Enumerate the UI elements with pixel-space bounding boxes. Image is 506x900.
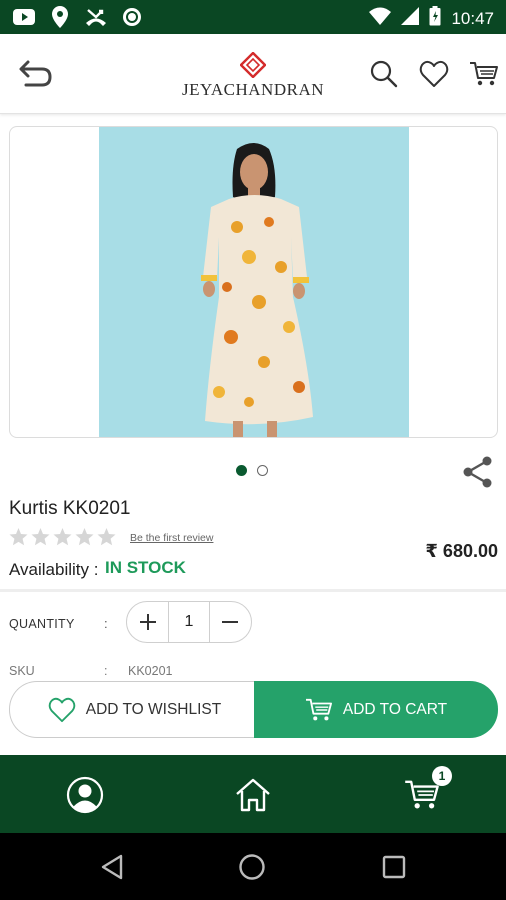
profile-icon — [66, 776, 104, 814]
star-icon — [97, 528, 116, 546]
quantity-decrease-button[interactable] — [210, 602, 251, 642]
system-recents-button[interactable] — [376, 849, 412, 885]
product-detail-screen: 10:47 JEYACHANDRAN Kurtis KK0201 Be the … — [0, 0, 506, 900]
signal-icon — [401, 7, 420, 30]
pager-dot-1[interactable] — [236, 465, 247, 476]
add-to-wishlist-button[interactable]: ADD TO WISHLIST — [9, 681, 259, 738]
nav-home[interactable] — [231, 773, 275, 817]
section-divider — [0, 589, 506, 592]
missed-call-icon — [84, 6, 108, 28]
sync-icon — [120, 6, 144, 28]
battery-icon — [429, 6, 441, 31]
back-icon — [19, 60, 52, 87]
status-time: 10:47 — [451, 8, 494, 28]
heart-icon — [48, 697, 75, 722]
cart-header-button[interactable] — [466, 56, 502, 92]
quantity-colon: : — [104, 616, 108, 631]
add-to-cart-label: ADD TO CART — [342, 700, 448, 718]
system-home-button[interactable] — [234, 849, 270, 885]
wishlist-header-button[interactable] — [416, 56, 452, 92]
quantity-label: QUANTITY — [9, 617, 75, 631]
availability-status: IN STOCK — [105, 558, 186, 577]
product-photo — [99, 127, 409, 437]
youtube-icon — [12, 6, 36, 28]
home-icon — [236, 778, 270, 812]
product-image-carousel[interactable] — [9, 126, 498, 438]
heart-icon — [419, 60, 449, 87]
nav-profile[interactable] — [63, 773, 107, 817]
app-header: JEYACHANDRAN — [0, 34, 506, 114]
status-bar: 10:47 — [0, 0, 506, 34]
cart-icon — [470, 62, 498, 86]
cart-count-badge: 1 — [432, 766, 452, 786]
search-icon — [370, 60, 398, 88]
minus-icon — [222, 621, 239, 623]
bottom-navigation — [0, 755, 506, 833]
quantity-increase-button[interactable] — [127, 602, 168, 642]
brand-logo[interactable]: JEYACHANDRAN — [180, 52, 326, 100]
add-to-cart-button[interactable]: ADD TO CART — [254, 681, 498, 738]
wifi-icon — [369, 7, 392, 30]
search-button[interactable] — [366, 56, 402, 92]
first-review-link[interactable]: Be the first review — [130, 532, 213, 544]
back-button[interactable] — [16, 54, 56, 94]
quantity-value[interactable]: 1 — [168, 602, 210, 642]
square-recents-icon — [382, 855, 406, 879]
plus-icon — [139, 614, 156, 630]
product-title: Kurtis KK0201 — [9, 498, 131, 519]
share-button[interactable] — [461, 455, 495, 489]
star-icon — [31, 528, 50, 546]
quantity-stepper: 1 — [126, 601, 252, 643]
circle-home-icon — [239, 854, 265, 880]
cart-icon — [305, 698, 332, 720]
brand-name: JEYACHANDRAN — [181, 80, 324, 99]
action-bar: ADD TO WISHLIST ADD TO CART — [0, 676, 506, 754]
share-icon — [463, 456, 492, 488]
availability-label: Availability : — [9, 560, 99, 579]
star-icon — [9, 528, 28, 546]
location-icon — [48, 6, 72, 28]
rating-stars[interactable] — [9, 528, 116, 546]
triangle-back-icon — [101, 854, 123, 880]
product-price: ₹ 680.00 — [425, 541, 498, 561]
star-icon — [53, 528, 72, 546]
system-back-button[interactable] — [94, 849, 130, 885]
star-icon — [75, 528, 94, 546]
image-pager — [236, 465, 268, 476]
add-to-wishlist-label: ADD TO WISHLIST — [85, 700, 222, 718]
system-navigation-bar — [0, 833, 506, 900]
pager-dot-2[interactable] — [257, 465, 268, 476]
logo-diamond-icon — [240, 52, 266, 78]
